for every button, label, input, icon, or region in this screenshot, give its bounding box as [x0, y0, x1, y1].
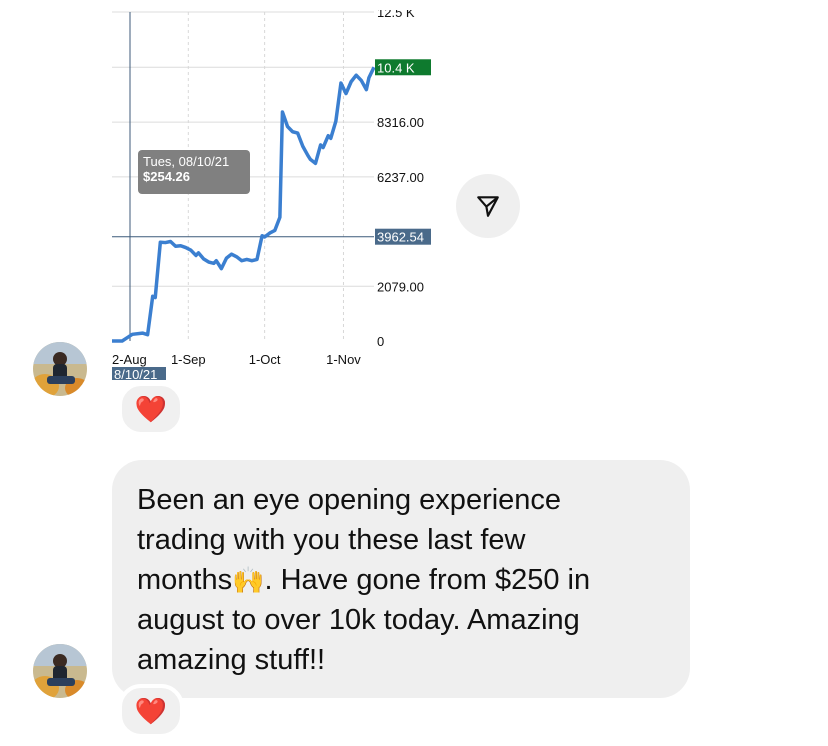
- x-tick-label: 1-Nov: [326, 352, 361, 367]
- value-marker-label: 3962.54: [377, 230, 424, 245]
- y-tick-label: 6237.00: [377, 170, 424, 185]
- heart-reaction-message[interactable]: ❤️: [118, 684, 184, 738]
- y-tick-label: 8316.00: [377, 115, 424, 130]
- y-tick-label: 0: [377, 334, 384, 349]
- value-marker-label: 10.4 K: [377, 60, 415, 75]
- x-tick-label: 1-Oct: [249, 352, 281, 367]
- x-tick-label: 2-Aug: [112, 352, 147, 367]
- message-line: amazing stuff!!: [137, 644, 326, 676]
- heart-icon: ❤️: [134, 393, 168, 424]
- message-line: august to over 10k today. Amazing: [137, 604, 580, 636]
- message-line: months: [137, 564, 233, 596]
- tooltip-date: Tues, 08/10/21: [143, 154, 229, 169]
- avatar[interactable]: [33, 342, 87, 396]
- heart-icon: ❤️: [134, 695, 168, 726]
- x-tick-label: 1-Sep: [171, 352, 206, 367]
- series-line: [112, 66, 376, 343]
- avatar[interactable]: [33, 644, 87, 698]
- send-button[interactable]: [456, 174, 520, 238]
- shared-chart-image[interactable]: 12.5 K 8316.00 6237.00 2079.00 0 2-Aug 1-Sep 1-…: [112, 10, 434, 380]
- tooltip-value: $254.26: [143, 169, 190, 184]
- message-line: . Have gone from $250 in: [264, 564, 591, 596]
- raised-hands-icon: 🙌: [232, 565, 265, 595]
- message-bubble[interactable]: Been an eye opening experience trading w…: [112, 460, 690, 698]
- message-line: trading with you these last few: [137, 524, 526, 556]
- message-line: Been an eye opening experience: [137, 484, 562, 516]
- user-avatar-image: [33, 342, 87, 396]
- heart-reaction-image[interactable]: ❤️: [118, 382, 184, 436]
- message-text: Been an eye opening experience trading w…: [137, 480, 670, 680]
- y-tick-label: 2079.00: [377, 279, 424, 294]
- y-tick-label: 12.5 K: [377, 10, 415, 20]
- chart-svg: 12.5 K 8316.00 6237.00 2079.00 0 2-Aug 1-Sep 1-…: [112, 10, 431, 380]
- crosshair-date-label: 8/10/21: [114, 367, 157, 380]
- user-avatar-image: [33, 644, 87, 698]
- paper-plane-icon: [477, 196, 499, 217]
